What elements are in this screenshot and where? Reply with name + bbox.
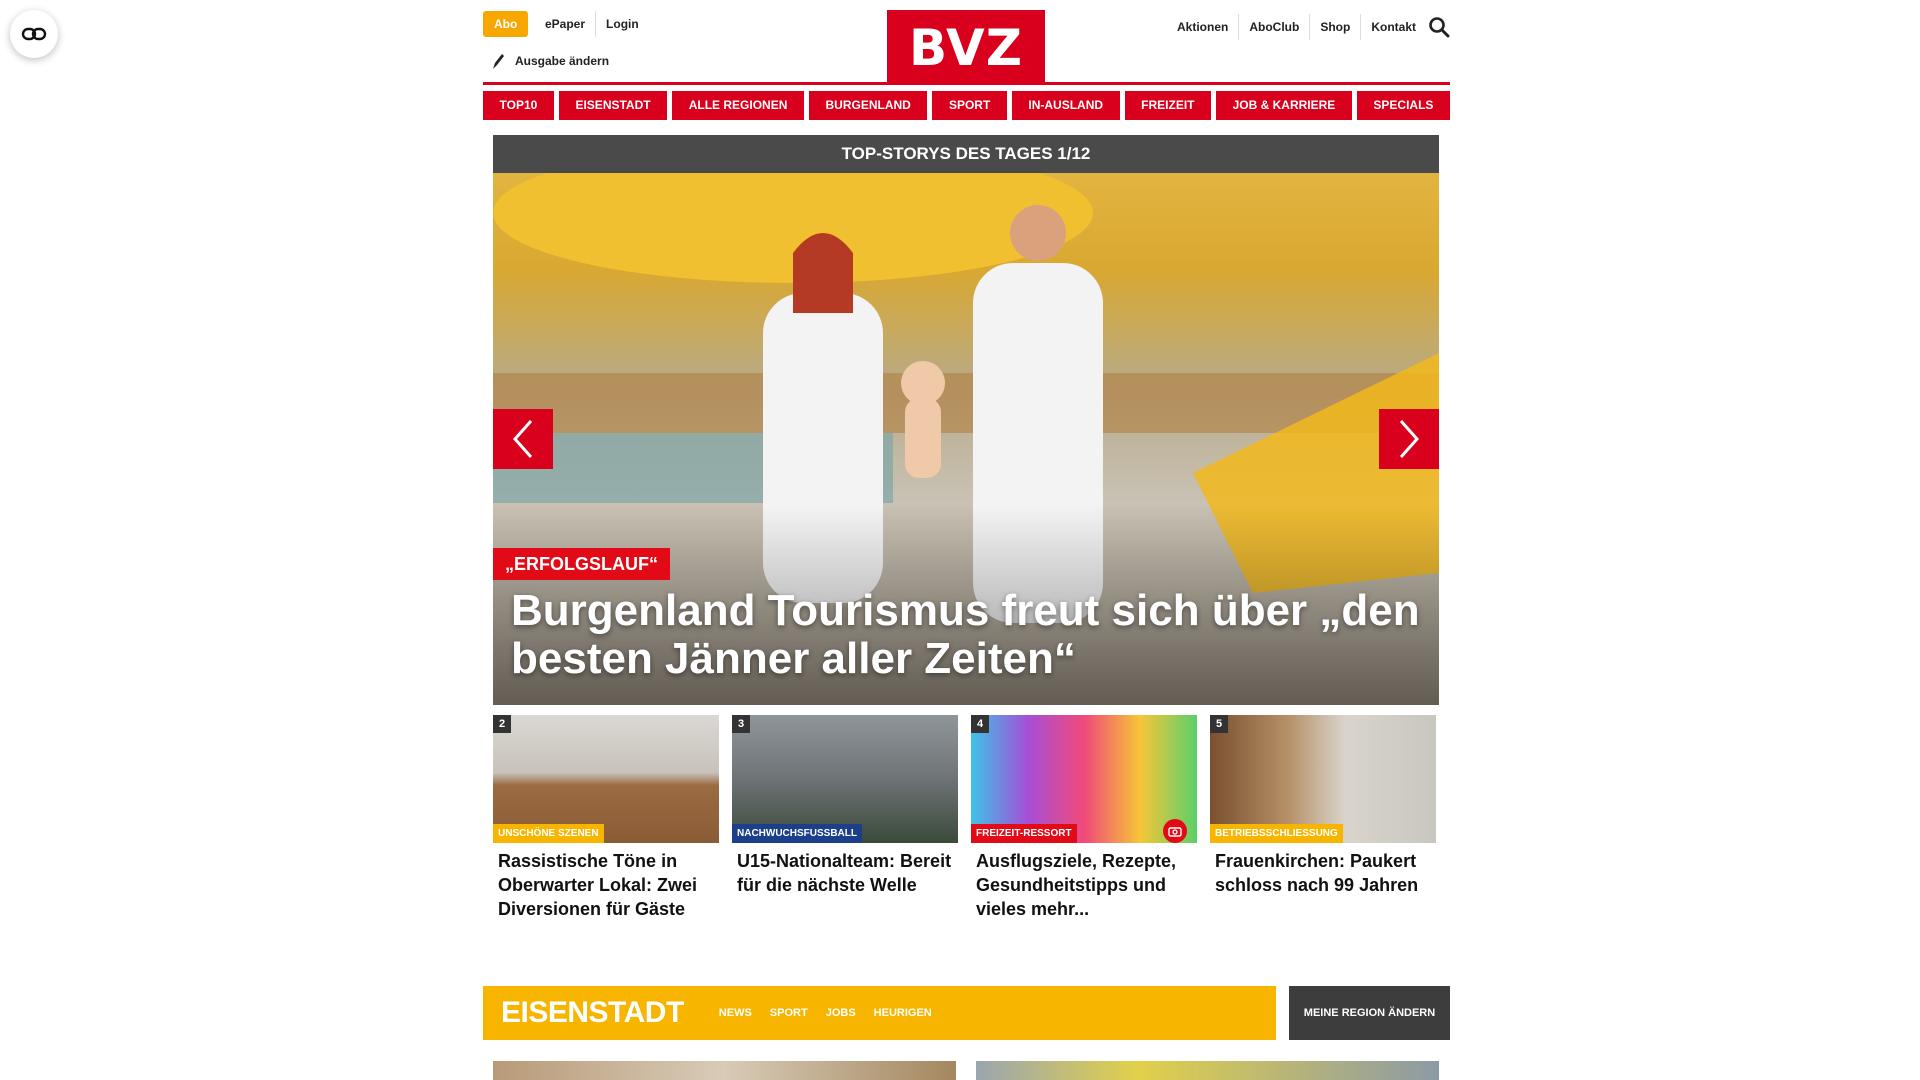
- story-image[interactable]: 2 UNSCHÖNE SZENEN: [493, 715, 719, 843]
- nav-item-specials[interactable]: SPECIALS: [1356, 91, 1450, 120]
- main-nav: TOP10 EISENSTADT ALLE REGIONEN BURGENLAN…: [483, 91, 1450, 120]
- story-card[interactable]: 2 UNSCHÖNE SZENEN Rassistische Töne in O…: [493, 715, 719, 921]
- edition-change-link[interactable]: Ausgabe ändern: [491, 52, 609, 70]
- abo-button[interactable]: Abo: [483, 11, 529, 37]
- nav-item-burgenland[interactable]: BURGENLAND: [808, 91, 928, 120]
- story-tag: NACHWUCHSFUSSBALL: [732, 824, 862, 843]
- aboclub-link[interactable]: AboClub: [1238, 14, 1309, 40]
- change-region-button[interactable]: MEINE REGION ÄNDERN: [1289, 986, 1450, 1040]
- story-tag: BETRIEBSSCHLIESSUNG: [1210, 824, 1343, 843]
- story-title[interactable]: Ausflugsziele, Rezepte, Gesundheitstipps…: [971, 843, 1197, 921]
- chevron-left-icon: [512, 420, 533, 458]
- story-number: 3: [732, 715, 750, 733]
- login-link[interactable]: Login: [595, 11, 649, 37]
- nav-item-freizeit[interactable]: FREIZEIT: [1124, 91, 1212, 120]
- slider-prev-button[interactable]: [493, 409, 553, 469]
- region-link-heurigen[interactable]: HEURIGEN: [874, 1007, 932, 1019]
- edition-label: Ausgabe ändern: [515, 54, 610, 68]
- nav-item-sport[interactable]: SPORT: [932, 91, 1007, 120]
- camera-icon: [1168, 826, 1182, 837]
- nav-item-top10[interactable]: TOP10: [483, 91, 554, 120]
- gallery-badge: [1163, 819, 1187, 843]
- nav-item-job-karriere[interactable]: JOB & KARRIERE: [1216, 91, 1352, 120]
- slider-next-button[interactable]: [1379, 409, 1439, 469]
- nav-item-eisenstadt[interactable]: EISENSTADT: [558, 91, 668, 120]
- story-title[interactable]: Rassistische Töne in Oberwarter Lokal: Z…: [493, 843, 719, 921]
- region-link-news[interactable]: NEWS: [719, 1007, 752, 1019]
- accessibility-button[interactable]: [10, 10, 58, 58]
- epaper-link[interactable]: ePaper: [535, 11, 595, 37]
- region-link-jobs[interactable]: JOBS: [826, 1007, 856, 1019]
- region-bar: EISENSTADT NEWS SPORT JOBS HEURIGEN: [483, 986, 1276, 1040]
- story-cards: 2 UNSCHÖNE SZENEN Rassistische Töne in O…: [493, 715, 1439, 921]
- nav-item-in-ausland[interactable]: IN-AUSLAND: [1011, 91, 1120, 120]
- nav-item-alle-regionen[interactable]: ALLE REGIONEN: [672, 91, 804, 120]
- story-image[interactable]: 5 BETRIEBSSCHLIESSUNG: [1210, 715, 1436, 843]
- region-section-header: EISENSTADT NEWS SPORT JOBS HEURIGEN MEIN…: [483, 986, 1450, 1040]
- region-story-previews: [493, 1061, 1439, 1080]
- hero-kicker: „ERFOLGSLAUF“: [493, 548, 670, 580]
- header-divider: [483, 82, 1450, 85]
- story-title[interactable]: U15-Nationalteam: Bereit für die nächste…: [732, 843, 958, 897]
- story-card[interactable]: 5 BETRIEBSSCHLIESSUNG Frauenkirchen: Pau…: [1210, 715, 1436, 921]
- search-icon: [1429, 17, 1450, 38]
- chevron-right-icon: [1399, 420, 1420, 458]
- page-container: Abo ePaper Login Ausgabe ändern BVZ Akti…: [483, 0, 1450, 1080]
- aktionen-link[interactable]: Aktionen: [1167, 14, 1238, 40]
- story-card[interactable]: 4 FREIZEIT-RESSORT Ausflugsziele, Rezept…: [971, 715, 1197, 921]
- story-image[interactable]: 3 NACHWUCHSFUSSBALL: [732, 715, 958, 843]
- story-tag: UNSCHÖNE SZENEN: [493, 824, 604, 843]
- region-story-image[interactable]: [493, 1061, 956, 1080]
- pen-icon: [493, 54, 504, 69]
- bvz-logo[interactable]: BVZ: [887, 10, 1045, 84]
- shop-link[interactable]: Shop: [1309, 14, 1360, 40]
- kontakt-link[interactable]: Kontakt: [1360, 14, 1426, 40]
- site-header: Abo ePaper Login Ausgabe ändern BVZ Akti…: [483, 0, 1450, 85]
- story-image[interactable]: 4 FREIZEIT-RESSORT: [971, 715, 1197, 843]
- story-number: 5: [1210, 715, 1228, 733]
- search-button[interactable]: [1428, 16, 1450, 38]
- story-tag: FREIZEIT-RESSORT: [971, 824, 1077, 843]
- story-card[interactable]: 3 NACHWUCHSFUSSBALL U15-Nationalteam: Be…: [732, 715, 958, 921]
- story-title[interactable]: Frauenkirchen: Paukert schloss nach 99 J…: [1210, 843, 1436, 897]
- story-number: 4: [971, 715, 989, 733]
- top-links-left: ePaper Login: [535, 11, 649, 37]
- hero-headline[interactable]: Burgenland Tourismus freut sich über „de…: [511, 587, 1423, 683]
- top-links-right: Aktionen AboClub Shop Kontakt: [1167, 11, 1426, 43]
- top-stories-slider: TOP-STORYS DES TAGES 1/12 „ERFOLGSLAUF“ …: [493, 135, 1439, 705]
- hero-story-image[interactable]: „ERFOLGSLAUF“ Burgenland Tourismus freut…: [493, 173, 1439, 705]
- slider-header: TOP-STORYS DES TAGES 1/12: [493, 135, 1439, 173]
- region-title[interactable]: EISENSTADT: [483, 996, 684, 1030]
- story-number: 2: [493, 715, 511, 733]
- accessibility-icon: [21, 27, 47, 41]
- region-story-image[interactable]: [976, 1061, 1439, 1080]
- region-link-sport[interactable]: SPORT: [770, 1007, 808, 1019]
